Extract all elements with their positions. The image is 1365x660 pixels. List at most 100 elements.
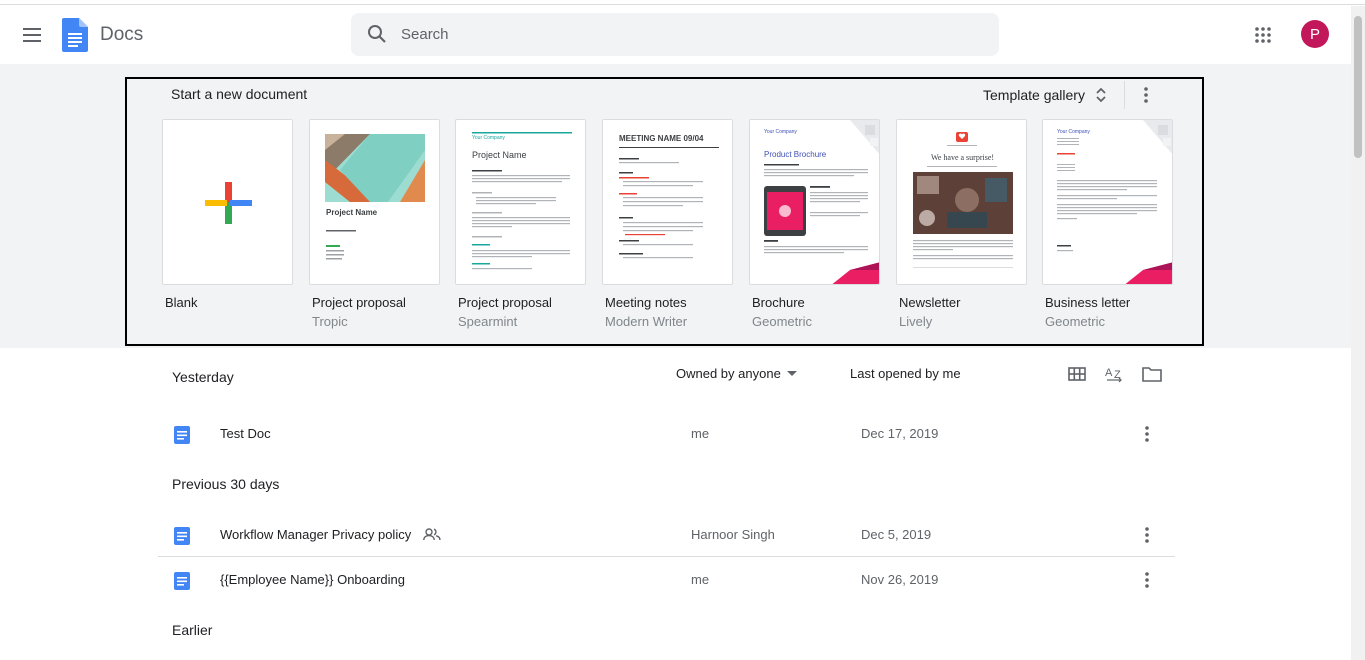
template-business-letter[interactable]: Your Company Business letter Geometric bbox=[1042, 119, 1173, 329]
document-row[interactable]: Test Doc me Dec 17, 2019 bbox=[158, 412, 1175, 456]
spearmint-company-text: Your Company bbox=[472, 135, 505, 141]
template-name: Blank bbox=[165, 295, 198, 310]
meeting-notes-preview bbox=[619, 147, 719, 259]
more-vert-icon bbox=[1145, 572, 1149, 588]
newsletter-headline-text: We have a surprise! bbox=[930, 153, 995, 162]
document-row[interactable]: {{Employee Name}} Onboarding me Nov 26, … bbox=[158, 558, 1175, 602]
template-blank[interactable]: Blank bbox=[162, 119, 293, 314]
search-bar[interactable] bbox=[351, 13, 999, 56]
business-letter-preview bbox=[1057, 120, 1172, 284]
document-more-button[interactable] bbox=[1133, 566, 1161, 594]
more-vert-icon bbox=[1145, 426, 1149, 442]
tropic-title-text: Project Name bbox=[326, 208, 378, 217]
sort-az-icon: A Z bbox=[1105, 367, 1122, 383]
hamburger-icon bbox=[23, 28, 41, 42]
docs-logo[interactable] bbox=[62, 18, 88, 57]
document-owner: me bbox=[691, 572, 710, 587]
owner-filter-label: Owned by anyone bbox=[676, 366, 781, 381]
start-new-document-heading: Start a new document bbox=[171, 86, 308, 102]
section-yesterday: Yesterday bbox=[172, 369, 234, 385]
open-file-picker-button[interactable] bbox=[1137, 360, 1167, 388]
docs-file-icon bbox=[174, 426, 190, 444]
template-brochure[interactable]: Your Company Product Brochure Brochure G… bbox=[749, 119, 880, 329]
sort-az-button[interactable]: A Z bbox=[1100, 360, 1130, 388]
meeting-title-text: MEETING NAME 09/04 bbox=[619, 134, 704, 143]
document-title-text: Workflow Manager Privacy policy bbox=[220, 527, 412, 542]
svg-text:A: A bbox=[1105, 367, 1113, 379]
more-vert-icon bbox=[1144, 87, 1148, 103]
template-thumbnail[interactable]: Your Company Product Brochure bbox=[749, 119, 880, 285]
document-title-text: {{Employee Name}} Onboarding bbox=[220, 572, 406, 587]
brochure-preview bbox=[764, 120, 879, 284]
template-thumbnail[interactable]: We have a surprise! bbox=[896, 119, 1027, 285]
template-project-proposal-tropic[interactable]: Project Name Project proposal Tropic bbox=[309, 119, 440, 329]
owner-filter-dropdown[interactable]: Owned by anyone bbox=[676, 366, 797, 381]
document-date: Nov 26, 2019 bbox=[861, 572, 939, 587]
letter-company-text: Your Company bbox=[1057, 129, 1090, 135]
document-more-button[interactable] bbox=[1133, 420, 1161, 448]
template-subtitle: Tropic bbox=[312, 314, 348, 329]
account-avatar[interactable]: P bbox=[1301, 20, 1329, 48]
docs-file-icon bbox=[174, 527, 190, 545]
document-owner: me bbox=[691, 426, 710, 441]
unfold-icon bbox=[1096, 87, 1106, 103]
document-title: Test Doc bbox=[220, 426, 271, 441]
template-project-proposal-spearmint[interactable]: Your Company Project Name Project propos… bbox=[455, 119, 586, 329]
sort-by-last-opened[interactable]: Last opened by me bbox=[850, 366, 961, 381]
template-thumbnail[interactable]: Your Company Project Name bbox=[455, 119, 586, 285]
docs-logo-icon bbox=[62, 18, 88, 52]
template-highlight-frame: Start a new document Template gallery Bl… bbox=[125, 77, 1204, 346]
section-earlier: Earlier bbox=[172, 622, 213, 638]
document-owner: Harnoor Singh bbox=[691, 527, 775, 542]
folder-icon bbox=[1142, 367, 1162, 382]
tropic-preview bbox=[325, 134, 425, 260]
newsletter-preview bbox=[913, 132, 1013, 268]
browser-top-line bbox=[0, 0, 1365, 5]
document-date: Dec 17, 2019 bbox=[861, 426, 939, 441]
brochure-company-text: Your Company bbox=[764, 129, 797, 135]
template-thumbnail[interactable]: Your Company bbox=[1042, 119, 1173, 285]
scrollbar-thumb[interactable] bbox=[1354, 16, 1362, 158]
docs-file-icon bbox=[174, 572, 190, 590]
document-row[interactable]: Workflow Manager Privacy policy Harnoor … bbox=[158, 513, 1175, 557]
search-icon[interactable] bbox=[367, 24, 387, 44]
grid-view-button[interactable] bbox=[1062, 360, 1092, 388]
template-more-options-button[interactable] bbox=[1131, 81, 1161, 109]
grid-view-icon bbox=[1068, 367, 1086, 381]
google-apps-button[interactable] bbox=[1243, 15, 1283, 55]
template-name: Business letter bbox=[1045, 295, 1131, 310]
template-name: Brochure bbox=[752, 295, 805, 310]
template-name: Project proposal bbox=[458, 295, 552, 310]
template-thumbnail[interactable]: Project Name bbox=[309, 119, 440, 285]
template-name: Meeting notes bbox=[605, 295, 687, 310]
main-menu-button[interactable] bbox=[12, 15, 52, 55]
template-thumbnail[interactable]: MEETING NAME 09/04 bbox=[602, 119, 733, 285]
document-title-text: Test Doc bbox=[220, 426, 271, 441]
template-gallery-button[interactable]: Template gallery bbox=[983, 82, 1107, 108]
header-divider bbox=[1124, 81, 1125, 109]
document-date: Dec 5, 2019 bbox=[861, 527, 932, 542]
shared-people-icon bbox=[423, 528, 441, 541]
plus-icon bbox=[205, 182, 252, 224]
apps-grid-icon bbox=[1255, 27, 1271, 43]
document-title: Workflow Manager Privacy policy bbox=[220, 527, 441, 542]
search-input[interactable] bbox=[401, 13, 981, 56]
template-thumbnail[interactable] bbox=[162, 119, 293, 285]
template-subtitle: Lively bbox=[899, 314, 933, 329]
document-more-button[interactable] bbox=[1133, 521, 1161, 549]
template-meeting-notes[interactable]: MEETING NAME 09/04 Meeting notes Modern … bbox=[602, 119, 733, 329]
template-newsletter[interactable]: We have a surprise! Newsletter Lively bbox=[896, 119, 1027, 329]
template-gallery-label: Template gallery bbox=[983, 87, 1085, 103]
brochure-title-text: Product Brochure bbox=[764, 150, 827, 159]
template-subtitle: Geometric bbox=[752, 314, 812, 329]
template-section: Start a new document Template gallery Bl… bbox=[0, 64, 1351, 348]
template-subtitle: Geometric bbox=[1045, 314, 1105, 329]
page-scrollbar[interactable] bbox=[1351, 6, 1365, 660]
app-name[interactable]: Docs bbox=[100, 24, 143, 46]
more-vert-icon bbox=[1145, 527, 1149, 543]
template-subtitle: Modern Writer bbox=[605, 314, 688, 329]
template-name: Newsletter bbox=[899, 295, 961, 310]
template-subtitle: Spearmint bbox=[458, 314, 518, 329]
document-title: {{Employee Name}} Onboarding bbox=[220, 572, 405, 587]
dropdown-caret-icon bbox=[786, 371, 797, 376]
